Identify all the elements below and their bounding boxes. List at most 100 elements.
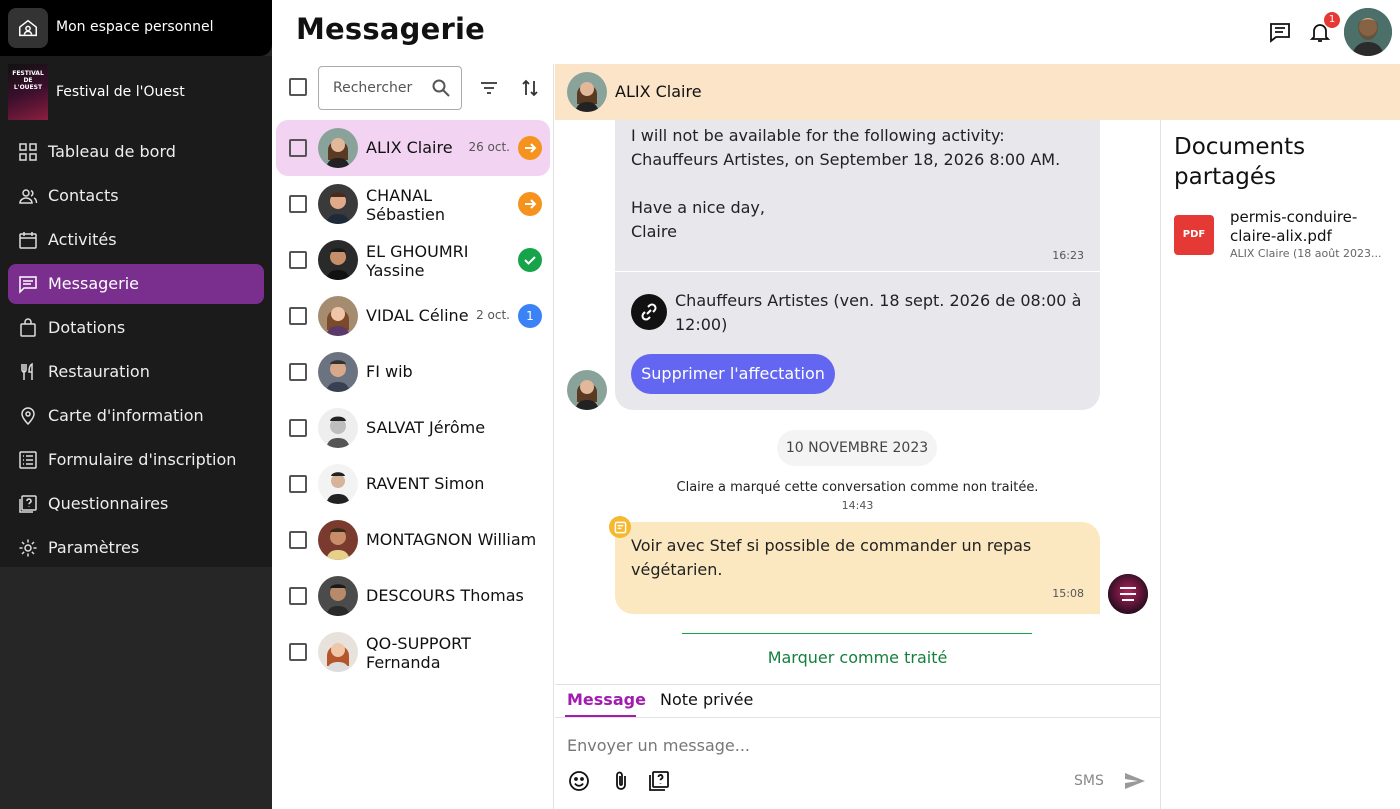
shared-documents-panel: Documents partagés PDF permis-conduire- … <box>1160 120 1400 809</box>
contact-name-line2: Yassine <box>366 261 425 280</box>
sidebar-item-label: Tableau de bord <box>48 142 176 161</box>
conversation-item[interactable]: VIDAL Céline 2 oct. 1 <box>276 288 550 344</box>
contact-name: FI wib <box>366 362 413 381</box>
avatar <box>318 184 358 224</box>
filter-icon[interactable] <box>479 78 499 98</box>
avatar <box>318 128 358 168</box>
sidebar-item-restauration[interactable]: Restauration <box>8 352 264 392</box>
note-icon <box>609 516 631 538</box>
sidebar-item-messagerie[interactable]: Messagerie <box>8 264 264 304</box>
system-note-time: 14:43 <box>841 499 874 512</box>
event-selector[interactable]: FESTIVAL DE L'OUEST Festival de l'Ouest <box>8 64 264 120</box>
sidebar-item-label: Questionnaires <box>48 494 169 513</box>
sidebar-item-dotations[interactable]: Dotations <box>8 308 264 348</box>
gear-icon <box>19 539 37 557</box>
sidebar-item-label: Dotations <box>48 318 126 337</box>
conversation-checkbox[interactable] <box>289 475 307 493</box>
contact-name: QO-SUPPORT <box>366 634 471 653</box>
avatar <box>318 352 358 392</box>
chat-messages: I will not be available for the followin… <box>555 120 1160 684</box>
avatar <box>318 240 358 280</box>
cutlery-icon <box>21 362 33 380</box>
conversation-item[interactable]: ALIX Claire 26 oct. <box>276 120 550 176</box>
conversation-item[interactable]: MONTAGNON William <box>276 512 550 568</box>
contact-name: SALVAT Jérôme <box>366 418 486 437</box>
assignment-card: Chauffeurs Artistes (ven. 18 sept. 2026 … <box>615 272 1100 410</box>
tabs-divider <box>555 717 1160 718</box>
contact-name: VIDAL Céline <box>366 306 469 325</box>
system-note: Claire a marqué cette conversation comme… <box>676 480 1039 495</box>
sidebar-item-parametres[interactable]: Paramètres <box>8 528 264 568</box>
conversation-checkbox[interactable] <box>289 307 307 325</box>
message-bubble: I will not be available for the followin… <box>615 120 1100 271</box>
conversation-checkbox[interactable] <box>289 419 307 437</box>
dashboard-icon <box>19 143 37 161</box>
conversation-checkbox[interactable] <box>289 251 307 269</box>
avatar <box>318 464 358 504</box>
sidebar-item-label: Formulaire d'inscription <box>48 450 237 469</box>
assignment-text: Chauffeurs Artistes (ven. 18 sept. 2026 … <box>675 291 1082 310</box>
remove-assignment-button[interactable]: Supprimer l'affectation <box>631 354 835 394</box>
sender-avatar <box>567 370 607 410</box>
attachment-icon[interactable] <box>609 769 633 793</box>
avatar <box>318 408 358 448</box>
pdf-file-icon[interactable]: PDF <box>1174 215 1214 255</box>
contact-name: ALIX Claire <box>366 138 453 157</box>
file-name-line2[interactable]: claire-alix.pdf <box>1230 227 1332 246</box>
conversation-checkbox[interactable] <box>289 139 307 157</box>
conversation-item[interactable]: FI wib <box>276 344 550 400</box>
tab-private-note[interactable]: Note privée <box>660 690 753 709</box>
search-placeholder: Rechercher <box>333 80 413 96</box>
conversation-item[interactable]: DESCOURS Thomas <box>276 568 550 624</box>
sidebar-item-activites[interactable]: Activités <box>8 220 264 260</box>
conversation-checkbox[interactable] <box>289 363 307 381</box>
sidebar-item-label: Activités <box>48 230 117 249</box>
sidebar-item-carte-information[interactable]: Carte d'information <box>8 396 264 436</box>
messages-icon[interactable] <box>1264 16 1296 48</box>
send-icon[interactable] <box>1123 769 1147 793</box>
questionnaire-insert-icon[interactable] <box>647 769 671 793</box>
personal-space-bar[interactable]: Mon espace personnel <box>0 0 272 56</box>
avatar <box>318 520 358 560</box>
conversation-date: 26 oct. <box>468 140 510 154</box>
search-input[interactable]: Rechercher <box>318 66 462 110</box>
select-all-checkbox[interactable] <box>289 78 307 96</box>
sidebar-item-formulaire[interactable]: Formulaire d'inscription <box>8 440 264 480</box>
message-input[interactable]: Envoyer un message... <box>567 736 1147 758</box>
file-meta: ALIX Claire (18 août 2023... <box>1230 247 1382 260</box>
message-text: Have a nice day, <box>631 198 765 217</box>
conversation-checkbox[interactable] <box>289 195 307 213</box>
contact-name: EL GHOUMRI <box>366 242 469 261</box>
sidebar-item-questionnaires[interactable]: Questionnaires <box>8 484 264 524</box>
conversation-item[interactable]: CHANAL Sébastien <box>276 176 550 232</box>
conversation-item[interactable]: SALVAT Jérôme <box>276 400 550 456</box>
conversation-checkbox[interactable] <box>289 587 307 605</box>
message-time: 16:23 <box>1052 249 1084 262</box>
mark-as-done-link[interactable]: Marquer comme traité <box>555 648 1160 667</box>
emoji-icon[interactable] <box>567 769 591 793</box>
calendar-icon <box>19 232 37 249</box>
conversation-item[interactable]: RAVENT Simon <box>276 456 550 512</box>
avatar <box>318 296 358 336</box>
sort-icon[interactable] <box>520 78 540 98</box>
conversation-item[interactable]: QO-SUPPORT Fernanda <box>276 624 550 680</box>
note-time: 15:08 <box>1052 587 1084 600</box>
conversation-checkbox[interactable] <box>289 643 307 661</box>
sidebar-item-contacts[interactable]: Contacts <box>8 176 264 216</box>
conversation-checkbox[interactable] <box>289 531 307 549</box>
user-avatar[interactable] <box>1344 8 1392 56</box>
personal-space-label: Mon espace personnel <box>56 19 214 35</box>
chat-contact-name: ALIX Claire <box>615 82 702 101</box>
search-icon <box>432 79 450 97</box>
home-user-icon[interactable] <box>8 8 48 48</box>
file-name[interactable]: permis-conduire- <box>1230 208 1357 227</box>
private-note-bubble: Voir avec Stef si possible de commander … <box>615 522 1100 614</box>
sms-toggle[interactable]: SMS <box>1074 773 1104 789</box>
documents-title: Documents <box>1174 134 1306 160</box>
arrow-right-icon <box>518 192 542 216</box>
contact-name: DESCOURS Thomas <box>366 586 524 605</box>
sidebar-item-tableau-de-bord[interactable]: Tableau de bord <box>8 132 264 172</box>
tab-message[interactable]: Message <box>567 690 646 709</box>
conversation-item[interactable]: EL GHOUMRI Yassine <box>276 232 550 288</box>
questionnaire-icon <box>19 495 37 513</box>
